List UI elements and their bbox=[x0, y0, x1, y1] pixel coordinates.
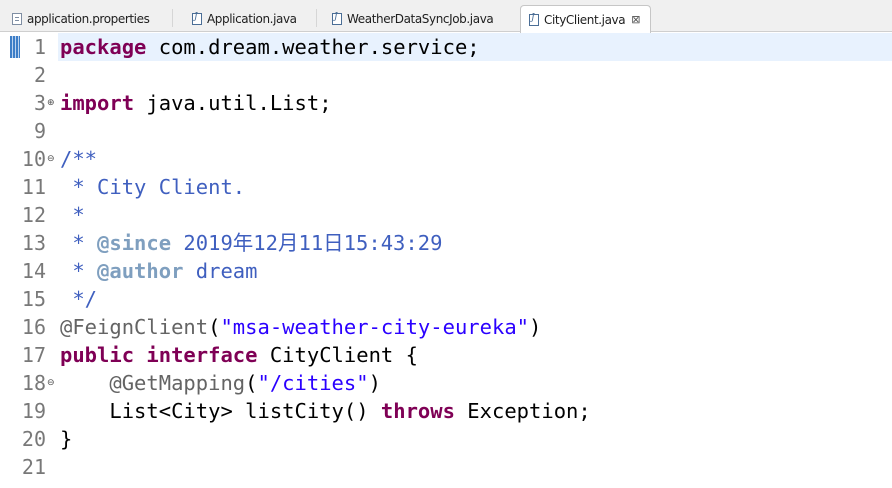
code-token: @FeignClient bbox=[60, 315, 209, 339]
code-line[interactable]: 13 * @since 2019年12月11日15:43:29 bbox=[0, 229, 892, 257]
tab-application-properties[interactable]: application.properties bbox=[0, 5, 150, 32]
code-line[interactable]: 19 List<City> listCity() throws Exceptio… bbox=[0, 397, 892, 425]
close-tab-icon[interactable]: ⊠ bbox=[631, 13, 640, 26]
line-number: 18 bbox=[21, 371, 46, 395]
code-text: @FeignClient("msa-weather-city-eureka") bbox=[60, 313, 541, 341]
line-number: 19 bbox=[21, 399, 46, 423]
code-text: * @author dream bbox=[60, 257, 258, 285]
line-number: 3 bbox=[33, 91, 46, 115]
code-line[interactable]: 1 package com.dream.weather.service; bbox=[0, 33, 892, 61]
java-file-icon bbox=[529, 13, 539, 26]
line-number: 1 bbox=[33, 35, 46, 59]
code-line[interactable]: 2 bbox=[0, 61, 892, 89]
code-line[interactable]: 17 public interface CityClient { bbox=[0, 341, 892, 369]
code-token: ( bbox=[208, 315, 221, 339]
fold-expand-icon[interactable]: ⊕ bbox=[47, 98, 55, 108]
code-line[interactable]: 20} bbox=[0, 425, 892, 453]
code-token: CityClient { bbox=[257, 343, 418, 367]
tab-label: WeatherDataSyncJob.java bbox=[347, 11, 494, 26]
code-token: @GetMapping bbox=[109, 371, 246, 395]
code-text: package com.dream.weather.service; bbox=[60, 33, 480, 61]
code-token: public bbox=[60, 343, 135, 367]
line-number: 12 bbox=[21, 203, 46, 227]
code-token: } bbox=[60, 427, 73, 451]
code-token: java.util.List; bbox=[134, 91, 332, 115]
code-text: * City Client. bbox=[60, 173, 245, 201]
code-token: */ bbox=[60, 287, 98, 311]
line-number: 14 bbox=[21, 259, 46, 283]
code-line[interactable]: 15 */ bbox=[0, 285, 892, 313]
tab-weather-data-sync-job[interactable]: WeatherDataSyncJob.java bbox=[320, 5, 494, 32]
code-token: List<City> listCity() bbox=[60, 399, 381, 423]
code-token: /** bbox=[60, 147, 98, 171]
code-line[interactable]: 10 ⊖ /** bbox=[0, 145, 892, 173]
properties-file-icon bbox=[12, 12, 22, 25]
line-number: 13 bbox=[21, 231, 46, 255]
code-text: * @since 2019年12月11日15:43:29 bbox=[60, 229, 442, 257]
code-line[interactable]: 14 * @author dream bbox=[0, 257, 892, 285]
line-number: 11 bbox=[21, 175, 46, 199]
line-number: 10 bbox=[21, 147, 46, 171]
code-token: com.dream.weather.service; bbox=[146, 35, 480, 59]
code-token: * City Client. bbox=[60, 175, 246, 199]
code-token: Exception; bbox=[454, 399, 591, 423]
code-token: "msa-weather-city-eureka" bbox=[220, 315, 530, 339]
code-token: throws bbox=[380, 399, 455, 423]
line-number: 17 bbox=[21, 343, 46, 367]
code-token: interface bbox=[146, 343, 258, 367]
line-number: 21 bbox=[21, 455, 46, 479]
code-line[interactable]: 16 @FeignClient("msa-weather-city-eureka"… bbox=[0, 313, 892, 341]
code-token: "/cities" bbox=[257, 371, 369, 395]
line-number: 20 bbox=[21, 427, 46, 451]
java-file-icon bbox=[332, 12, 342, 25]
code-text: */ bbox=[60, 285, 97, 313]
fold-collapse-icon[interactable]: ⊖ bbox=[47, 154, 55, 164]
code-text: /** bbox=[60, 145, 97, 173]
code-line[interactable]: 12 * bbox=[0, 201, 892, 229]
code-text: List<City> listCity() throws Exception; bbox=[60, 397, 591, 425]
code-token: 2019年12月11日15:43:29 bbox=[171, 231, 443, 255]
line-number: 9 bbox=[33, 119, 46, 143]
code-text: @GetMapping("/cities") bbox=[60, 369, 381, 397]
code-token: import bbox=[60, 91, 135, 115]
code-text: * bbox=[60, 201, 85, 229]
tab-city-client[interactable]: CityClient.java ⊠ bbox=[520, 5, 651, 33]
code-line[interactable]: 18 ⊖ @GetMapping("/cities") bbox=[0, 369, 892, 397]
code-text: import java.util.List; bbox=[60, 89, 332, 117]
code-token: @author bbox=[97, 259, 184, 283]
fold-collapse-icon[interactable]: ⊖ bbox=[47, 378, 55, 388]
code-token: ) bbox=[368, 371, 381, 395]
code-token: ( bbox=[245, 371, 258, 395]
tab-application-java[interactable]: Application.java bbox=[180, 5, 297, 32]
code-token: * bbox=[60, 203, 85, 227]
line-number: 2 bbox=[33, 63, 46, 87]
tab-label: Application.java bbox=[207, 11, 297, 26]
code-line[interactable]: 9 bbox=[0, 117, 892, 145]
tab-label: CityClient.java bbox=[544, 12, 626, 27]
tab-label: application.properties bbox=[27, 11, 150, 26]
code-line[interactable]: 3 ⊕ import java.util.List; bbox=[0, 89, 892, 117]
line-number: 16 bbox=[21, 315, 46, 339]
code-token: * bbox=[60, 259, 98, 283]
code-text: } bbox=[60, 425, 72, 453]
code-line[interactable]: 11 * City Client. bbox=[0, 173, 892, 201]
code-token: package bbox=[60, 35, 147, 59]
code-token: dream bbox=[183, 259, 258, 283]
java-file-icon bbox=[192, 12, 202, 25]
code-text: public interface CityClient { bbox=[60, 341, 418, 369]
line-number: 15 bbox=[21, 287, 46, 311]
code-editor[interactable]: 1 package com.dream.weather.service; 2 3 ⊕ im… bbox=[0, 33, 892, 488]
code-token: @since bbox=[97, 231, 172, 255]
code-token: * bbox=[60, 231, 98, 255]
editor-tab-bar: application.properties Application.java … bbox=[0, 0, 892, 33]
code-line[interactable]: 21 bbox=[0, 453, 892, 481]
code-token: ) bbox=[529, 315, 542, 339]
